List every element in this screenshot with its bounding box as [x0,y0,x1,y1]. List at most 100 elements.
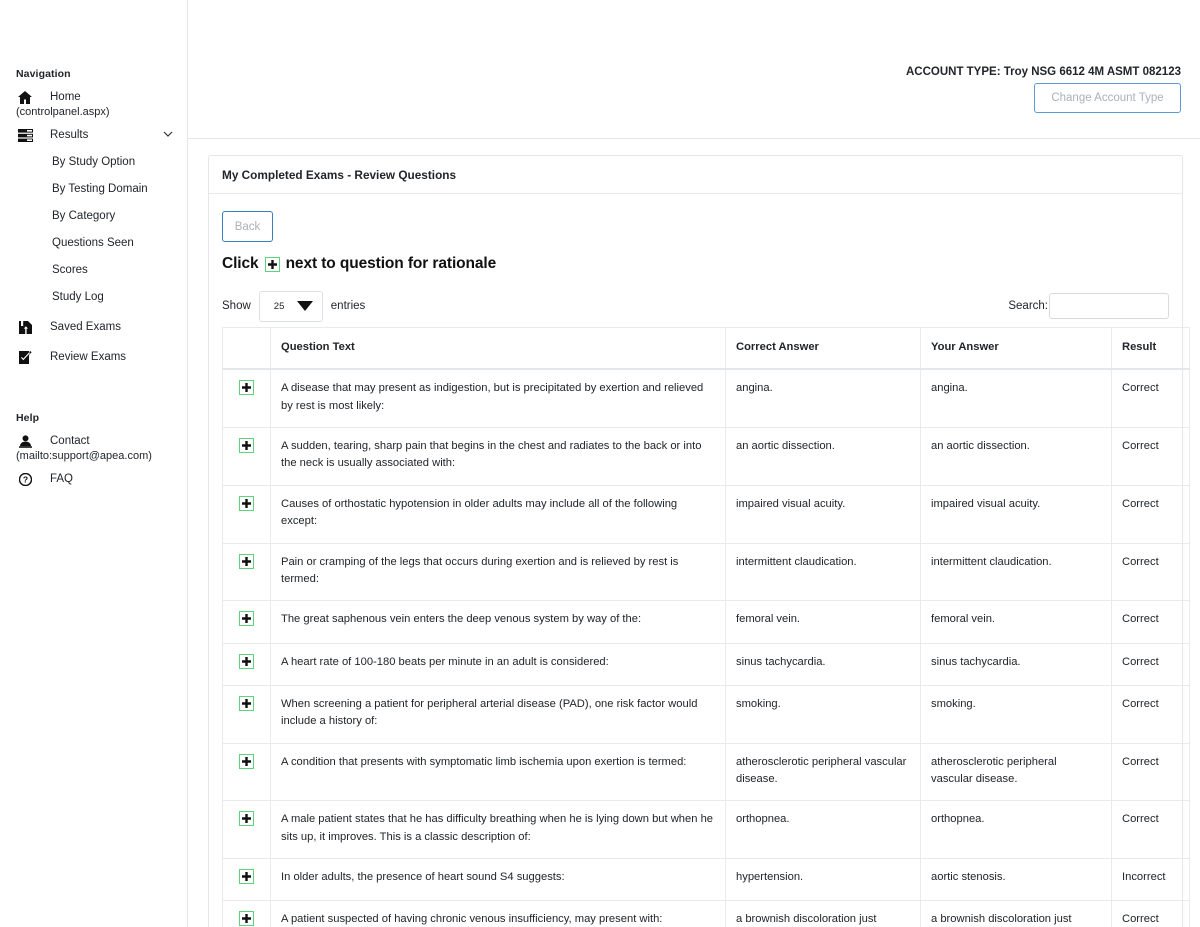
search-input[interactable] [1049,293,1169,319]
column-header-correct-answer[interactable]: Correct Answer [725,327,921,371]
table-head: Question Text Correct Answer Your Answer… [222,327,1190,371]
result-cell: Correct [1111,427,1190,486]
plus-icon[interactable] [239,380,254,396]
review-questions-card: My Completed Exams - Review Questions Ba… [208,155,1190,927]
plus-icon[interactable] [239,869,254,885]
sidebar-nav-heading: Navigation [16,68,71,80]
result-cell: Correct [1111,542,1190,602]
your-answer-cell: femoral vein. [920,600,1112,644]
question-text-cell: A disease that may present as indigestio… [270,368,726,429]
result-cell: Correct [1111,742,1190,802]
table-row: A sudden, tearing, sharp pain that begin… [222,427,1190,486]
result-cell: Correct [1111,484,1190,544]
correct-answer-cell: sinus tachycardia. [725,642,921,686]
chevron-down-icon[interactable] [163,129,173,141]
expand-rationale-cell[interactable] [222,427,271,486]
entries-select-value: 25 [273,300,285,312]
correct-answer-cell: intermittent claudication. [725,542,921,602]
sidebar-item-by-category[interactable]: By Category [0,203,187,229]
card-body: Back Click next to question for rational… [209,194,1190,927]
result-cell: Incorrect [1111,858,1190,902]
plus-icon[interactable] [239,611,254,627]
table-row: A male patient states that he has diffic… [222,800,1190,860]
question-text-cell: When screening a patient for peripheral … [270,684,726,744]
column-header-expand[interactable] [222,327,271,371]
account-type-label: ACCOUNT TYPE: Troy NSG 6612 4M ASMT 0821… [905,66,1181,78]
sidebar: Navigation Home (controlpanel.aspx) Resu… [0,0,188,927]
your-answer-cell: impaired visual acuity. [920,484,1112,544]
search-label: Search: [1008,300,1048,312]
sidebar-item-saved-exams[interactable]: Saved Exams [0,314,187,340]
your-answer-cell: sinus tachycardia. [920,642,1112,686]
expand-rationale-cell[interactable] [222,858,271,902]
sidebar-item-scores[interactable]: Scores [0,257,187,283]
column-header-result[interactable]: Result [1111,327,1190,371]
page-title: My Completed Exams - Review Questions [209,156,1182,194]
question-text-cell: A heart rate of 100-180 beats per minute… [270,642,726,686]
save-icon [16,319,34,335]
result-cell: Correct [1111,800,1190,860]
table-row: In older adults, the presence of heart s… [222,858,1190,902]
header-divider [188,138,1200,139]
expand-rationale-cell[interactable] [222,600,271,644]
plus-icon[interactable] [239,911,254,927]
change-account-type-button[interactable]: Change Account Type [1034,83,1181,113]
table-row: A heart rate of 100-180 beats per minute… [222,642,1190,686]
user-icon [16,433,34,449]
your-answer-cell: smoking. [920,684,1112,744]
sidebar-home-url: (controlpanel.aspx) [16,106,110,118]
expand-rationale-cell[interactable] [222,642,271,686]
check-square-icon [16,349,34,365]
expand-rationale-cell[interactable] [222,484,271,544]
plus-icon[interactable] [239,695,254,711]
expand-rationale-cell[interactable] [222,800,271,860]
plus-icon[interactable] [239,753,254,769]
plus-icon[interactable] [239,811,254,827]
table-body: A disease that may present as indigestio… [222,368,1190,927]
sidebar-item-questions-seen[interactable]: Questions Seen [0,230,187,256]
expand-rationale-cell[interactable] [222,684,271,744]
expand-rationale-cell[interactable] [222,368,271,429]
expand-rationale-cell[interactable] [222,900,271,927]
table-row: Causes of orthostatic hypotension in old… [222,484,1190,544]
plus-icon[interactable] [239,495,254,511]
correct-answer-cell: femoral vein. [725,600,921,644]
sidebar-item-by-testing-domain[interactable]: By Testing Domain [0,176,187,202]
expand-rationale-cell[interactable] [222,742,271,802]
plus-icon[interactable] [239,438,254,454]
question-text-cell: Causes of orthostatic hypotension in old… [270,484,726,544]
question-text-cell: The great saphenous vein enters the deep… [270,600,726,644]
show-entries-group: Show 25 entries [222,290,365,322]
correct-answer-cell: atherosclerotic peripheral vascular dise… [725,742,921,802]
sidebar-item-review-exams[interactable]: Review Exams [0,344,187,370]
rationale-instruction: Click next to question for rationale [222,255,1169,273]
back-button[interactable]: Back [222,211,273,242]
your-answer-cell: an aortic dissection. [920,427,1112,486]
plus-icon[interactable] [239,553,254,569]
question-text-cell: A condition that presents with symptomat… [270,742,726,802]
entries-per-page-select[interactable]: 25 [258,290,323,322]
sidebar-item-results[interactable]: Results [0,122,187,148]
sidebar-item-faq[interactable]: ? FAQ [0,466,187,492]
your-answer-cell: angina. [920,368,1112,429]
question-text-cell: A male patient states that he has diffic… [270,800,726,860]
results-icon [16,127,34,143]
sidebar-contact-url[interactable]: (mailto:support@apea.com) [0,450,187,462]
column-header-your-answer[interactable]: Your Answer [920,327,1112,371]
sidebar-item-review-exams-label: Review Exams [50,351,127,363]
sidebar-item-by-study-option[interactable]: By Study Option [0,149,187,175]
your-answer-cell: intermittent claudication. [920,542,1112,602]
plus-icon[interactable] [239,653,254,669]
table-row: When screening a patient for peripheral … [222,684,1190,744]
correct-answer-cell: impaired visual acuity. [725,484,921,544]
page-root: Navigation Home (controlpanel.aspx) Resu… [0,0,1200,927]
sidebar-item-study-log[interactable]: Study Log [0,284,187,310]
table-row: The great saphenous vein enters the deep… [222,600,1190,644]
table-row: A disease that may present as indigestio… [222,368,1190,429]
result-cell: Correct [1111,684,1190,744]
correct-answer-cell: angina. [725,368,921,429]
expand-rationale-cell[interactable] [222,542,271,602]
show-label: Show [222,300,251,312]
question-text-cell: A sudden, tearing, sharp pain that begin… [270,427,726,486]
column-header-question-text[interactable]: Question Text [270,327,726,371]
